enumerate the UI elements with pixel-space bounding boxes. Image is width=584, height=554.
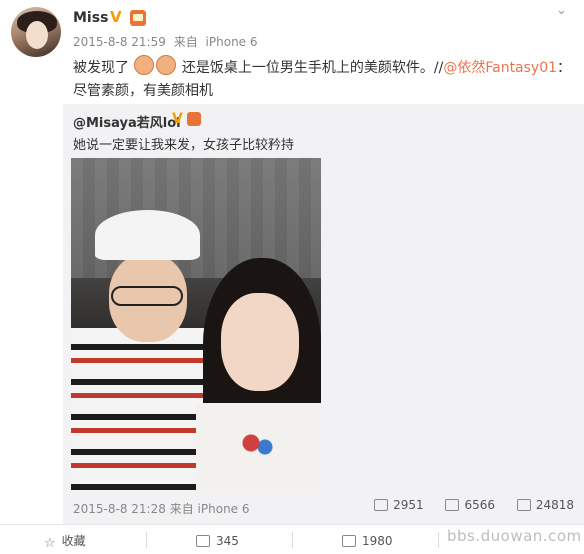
comment-count: 6566	[464, 498, 495, 512]
comment-count-button[interactable]: 6566	[445, 498, 495, 512]
favorite-button[interactable]: ☆ 收藏	[44, 533, 86, 551]
watermark: bbs.duowan.com	[447, 527, 582, 545]
favorite-label: 收藏	[61, 534, 86, 548]
repost-author[interactable]: @Misaya若风lol	[73, 112, 181, 131]
repost-icon	[196, 535, 210, 547]
chevron-down-icon[interactable]: ⌄	[556, 4, 570, 18]
repost-stats: 2951 6566 24818	[356, 498, 574, 512]
verified-icon: V	[110, 8, 122, 26]
post-source[interactable]: iPhone 6	[206, 35, 258, 49]
repost-meta: 2015-8-8 21:28 来自 iPhone 6	[73, 500, 250, 517]
star-icon: ☆	[44, 536, 56, 551]
avatar[interactable]	[11, 7, 61, 57]
like-count: 24818	[535, 498, 574, 512]
comment-icon	[445, 499, 460, 511]
member-crown-icon	[130, 10, 146, 26]
verified-icon: V	[172, 111, 183, 127]
emoji-icon	[134, 55, 155, 75]
emoji-icon	[156, 55, 177, 75]
source-prefix: 来自	[173, 35, 198, 49]
post-text: 被发现了 还是饭桌上一位男生手机上的美颜软件。//@依然Fantasy01：尽管…	[73, 55, 573, 103]
like-count-button[interactable]: 24818	[516, 498, 574, 512]
repost-count: 2951	[393, 498, 424, 512]
repost-time[interactable]: 2015-8-8 21:28	[73, 502, 166, 516]
repost-icon	[374, 499, 389, 511]
photo-hat	[95, 210, 200, 260]
repost-action-count: 345	[216, 534, 239, 548]
photo-woman-face	[221, 293, 299, 391]
divider	[438, 532, 439, 548]
like-icon	[516, 499, 531, 511]
comment-icon	[342, 535, 356, 547]
post-time[interactable]: 2015-8-8 21:59	[73, 35, 166, 49]
mention-link[interactable]: @依然Fantasy01	[443, 60, 557, 76]
repost-count-button[interactable]: 2951	[374, 498, 424, 512]
repost-text: 她说一定要让我来发，女孩子比较矜持	[73, 138, 295, 153]
author-name[interactable]: Miss	[73, 10, 108, 26]
avatar-face	[26, 21, 48, 49]
post-photo[interactable]	[71, 158, 321, 491]
comment-action-count: 1980	[362, 534, 393, 548]
comment-button[interactable]: 1980	[342, 533, 393, 549]
member-crown-icon	[187, 112, 201, 126]
divider	[292, 532, 293, 548]
photo-man-shirt	[71, 328, 211, 491]
divider	[146, 532, 147, 548]
post-text-part1: 被发现了	[73, 60, 129, 76]
source-prefix: 来自	[169, 502, 194, 516]
photo-glasses	[111, 286, 183, 306]
reposted-weibo: @Misaya若风lol V 她说一定要让我来发，女孩子比较矜持 2015-8-…	[63, 104, 584, 524]
post-meta: 2015-8-8 21:59 来自 iPhone 6	[73, 33, 262, 50]
repost-button[interactable]: 345	[196, 533, 239, 549]
post-text-part2: 还是饭桌上一位男生手机上的美颜软件。//	[181, 60, 444, 76]
photo-woman-shirt	[196, 403, 321, 491]
repost-source[interactable]: iPhone 6	[198, 502, 250, 516]
